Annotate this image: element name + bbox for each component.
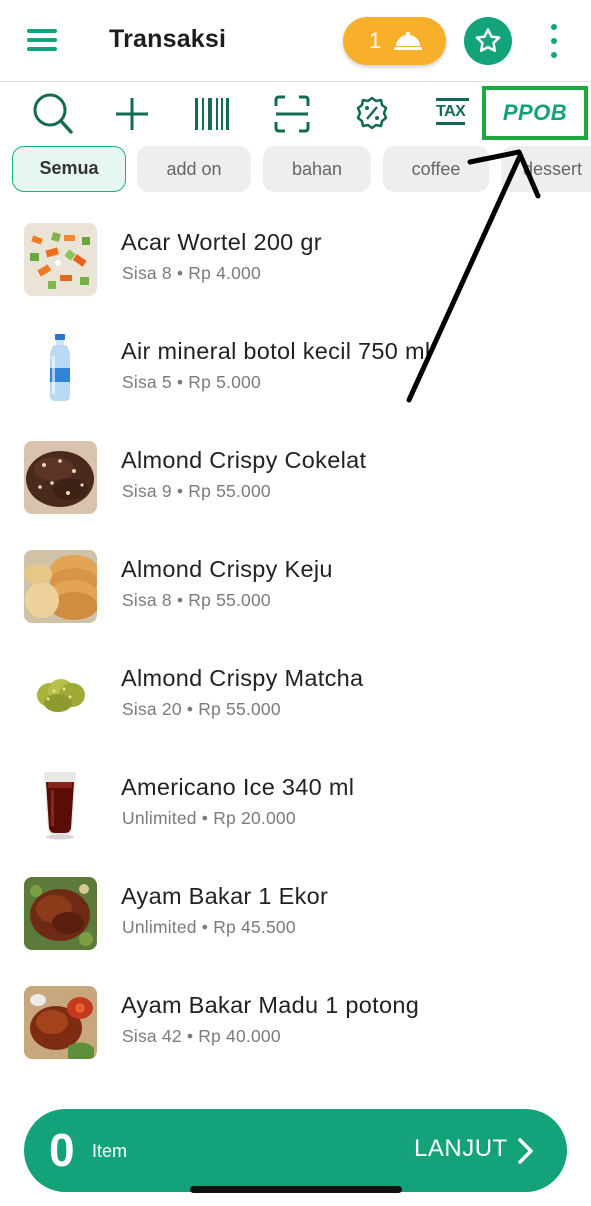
add-product-button[interactable] [114, 90, 150, 138]
product-row[interactable]: Almond Crispy Keju Sisa 8 • Rp 55.000 [0, 550, 591, 650]
product-thumbnail [24, 768, 97, 841]
cart-item-label: Item [92, 1141, 128, 1161]
product-name: Ayam Bakar Madu 1 potong [121, 992, 420, 1018]
product-thumbnail [24, 332, 97, 405]
product-row[interactable]: Almond Crispy Cokelat Sisa 9 • Rp 55.000 [0, 441, 591, 541]
product-stock-price: Sisa 5 • Rp 5.000 [122, 372, 261, 392]
product-name: Acar Wortel 200 gr [121, 229, 322, 255]
product-name: Americano Ice 340 ml [121, 774, 355, 800]
product-row[interactable]: Ayam Bakar 1 Ekor Unlimited • Rp 45.500 [0, 877, 591, 977]
category-chip-add-on[interactable]: add on [137, 146, 251, 192]
category-chip-semua[interactable]: Semua [12, 146, 126, 192]
product-stock-price: Sisa 20 • Rp 55.000 [122, 699, 281, 719]
product-stock-price: Sisa 42 • Rp 40.000 [122, 1026, 281, 1046]
product-row[interactable]: Air mineral botol kecil 750 ml Sisa 5 • … [0, 332, 591, 432]
product-name: Ayam Bakar 1 Ekor [121, 883, 329, 909]
product-stock-price: Unlimited • Rp 45.500 [122, 917, 296, 937]
open-orders-button[interactable]: 1 [343, 17, 446, 65]
product-thumbnail [24, 550, 97, 623]
product-thumbnail [24, 223, 97, 296]
discount-button[interactable] [354, 90, 390, 138]
product-stock-price: Sisa 8 • Rp 4.000 [122, 263, 261, 283]
scan-icon [274, 95, 310, 133]
discount-icon [356, 96, 388, 130]
product-row[interactable]: Ayam Bakar Madu 1 potong Sisa 42 • Rp 40… [0, 986, 591, 1086]
scan-button[interactable] [273, 90, 311, 138]
barcode-icon [195, 98, 229, 130]
product-thumbnail [24, 659, 97, 732]
chevron-right-icon [518, 1138, 533, 1164]
category-chip-dessert[interactable]: dessert [501, 146, 591, 192]
food-cloche-icon [394, 31, 422, 50]
category-chip-bahan[interactable]: bahan [263, 146, 371, 192]
more-options-icon[interactable] [543, 22, 565, 62]
product-thumbnail [24, 441, 97, 514]
plus-icon [116, 98, 148, 130]
search-button[interactable] [30, 90, 74, 138]
checkout-bar[interactable]: 0 Item LANJUT [24, 1109, 567, 1192]
product-stock-price: Sisa 9 • Rp 55.000 [122, 481, 271, 501]
product-row[interactable]: Acar Wortel 200 gr Sisa 8 • Rp 4.000 [0, 223, 591, 323]
ppob-button[interactable]: PPOB [482, 86, 588, 140]
product-stock-price: Unlimited • Rp 20.000 [122, 808, 296, 828]
product-name: Almond Crispy Matcha [121, 665, 364, 691]
category-chip-coffee[interactable]: coffee [383, 146, 489, 192]
home-indicator[interactable] [190, 1186, 402, 1193]
product-row[interactable]: Almond Crispy Matcha Sisa 20 • Rp 55.000 [0, 659, 591, 759]
product-name: Almond Crispy Keju [121, 556, 333, 582]
menu-icon[interactable] [27, 29, 57, 51]
app-bar: Transaksi 1 [0, 0, 591, 82]
page-title: Transaksi [109, 25, 227, 53]
barcode-button[interactable] [193, 90, 231, 138]
favorite-button[interactable] [464, 17, 512, 65]
open-orders-count: 1 [369, 28, 382, 53]
continue-button[interactable]: LANJUT [414, 1135, 508, 1163]
product-name: Almond Crispy Cokelat [121, 447, 367, 473]
cart-item-count: 0 [49, 1124, 75, 1176]
tax-icon [436, 98, 469, 101]
product-thumbnail [24, 986, 97, 1059]
product-name: Air mineral botol kecil 750 ml [121, 338, 431, 364]
search-icon [33, 93, 73, 134]
product-stock-price: Sisa 8 • Rp 55.000 [122, 590, 271, 610]
star-icon [475, 28, 501, 52]
tax-button[interactable]: TAX [436, 104, 466, 125]
product-row[interactable]: Americano Ice 340 ml Unlimited • Rp 20.0… [0, 768, 591, 868]
ppob-icon: PPOB [502, 100, 568, 125]
product-thumbnail [24, 877, 97, 950]
